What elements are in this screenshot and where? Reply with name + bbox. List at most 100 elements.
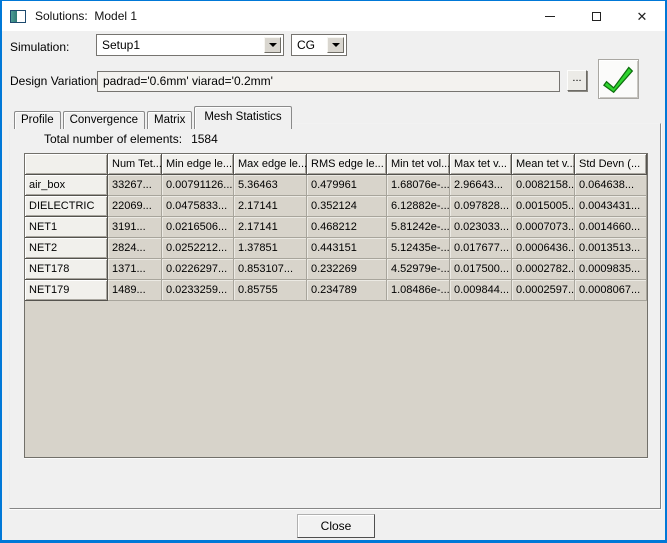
minimize-icon (545, 15, 555, 17)
minimize-button[interactable] (527, 1, 573, 31)
close-icon: ✕ (636, 8, 648, 24)
row-header[interactable]: air_box (25, 175, 108, 196)
table-cell[interactable]: 2.96643... (450, 175, 512, 196)
table-cell[interactable]: 0.85755 (234, 280, 307, 301)
table-cell[interactable]: 0.479961 (307, 175, 387, 196)
column-header[interactable]: Num Tet... (108, 154, 162, 175)
table-cell[interactable]: 1489... (108, 280, 162, 301)
table-cell[interactable]: 0.064638... (575, 175, 647, 196)
table-cell[interactable]: 3191... (108, 217, 162, 238)
table-cell[interactable]: 0.017500... (450, 259, 512, 280)
close-window-button[interactable]: ✕ (619, 1, 665, 31)
browse-button[interactable]: ... (567, 70, 587, 91)
table-cell[interactable]: 0.0252212... (162, 238, 234, 259)
table-cell[interactable]: 0.0043431... (575, 196, 647, 217)
table-cell[interactable]: 1371... (108, 259, 162, 280)
table-row: DIELECTRIC 22069... 0.0475833... 2.17141 0.3… (25, 196, 647, 217)
table-cell[interactable]: 0.00791126... (162, 175, 234, 196)
table-cell[interactable]: 0.0233259... (162, 280, 234, 301)
solution-type-combo[interactable]: CG (291, 34, 347, 56)
design-variation-label: Design Variation: (10, 74, 101, 88)
table-cell[interactable]: 0.443151 (307, 238, 387, 259)
column-header[interactable]: Min tet vol... (387, 154, 450, 175)
table-cell[interactable]: 0.0009835... (575, 259, 647, 280)
table-cell[interactable]: 33267... (108, 175, 162, 196)
app-icon (10, 9, 26, 23)
column-header[interactable]: Min edge le... (162, 154, 234, 175)
simulation-combo-value: Setup1 (102, 38, 141, 52)
row-header[interactable]: NET1 (25, 217, 108, 238)
tab-convergence[interactable]: Convergence (62, 111, 146, 129)
table-cell[interactable]: 0.0002782... (512, 259, 575, 280)
valid-solution-button[interactable] (598, 59, 639, 99)
row-header[interactable]: NET179 (25, 280, 108, 301)
table-cell[interactable]: 0.232269 (307, 259, 387, 280)
table-cell[interactable]: 0.0015005... (512, 196, 575, 217)
table-cell[interactable]: 0.0002597... (512, 280, 575, 301)
green-checkmark-icon (602, 66, 633, 94)
column-header[interactable]: Max edge le... (234, 154, 307, 175)
table-row: NET178 1371... 0.0226297... 0.853107... 0.23… (25, 259, 647, 280)
solutions-dialog: Solutions: Model 1 ✕ Simulation: Setup1 … (0, 0, 667, 543)
table-cell[interactable]: 0.0082158... (512, 175, 575, 196)
table-cell[interactable]: 5.81242e-... (387, 217, 450, 238)
table-cell[interactable]: 1.08486e-... (387, 280, 450, 301)
title-bar[interactable]: Solutions: Model 1 ✕ (2, 1, 665, 31)
tab-mesh-statistics[interactable]: Mesh Statistics (194, 106, 292, 129)
table-cell[interactable]: 0.0006436... (512, 238, 575, 259)
row-header[interactable]: NET2 (25, 238, 108, 259)
table-header-row: Num Tet... Min edge le... Max edge le... RM… (25, 154, 647, 175)
table-cell[interactable]: 6.12882e-... (387, 196, 450, 217)
close-button[interactable]: Close (297, 514, 375, 538)
table-cell[interactable]: 0.097828... (450, 196, 512, 217)
table-cell[interactable]: 0.0013513... (575, 238, 647, 259)
table-cell[interactable]: 0.0475833... (162, 196, 234, 217)
table-cell[interactable]: 0.0007073... (512, 217, 575, 238)
row-header[interactable]: DIELECTRIC (25, 196, 108, 217)
table-cell[interactable]: 0.023033... (450, 217, 512, 238)
row-header[interactable]: NET178 (25, 259, 108, 280)
maximize-button[interactable] (573, 1, 619, 31)
table-cell[interactable]: 0.853107... (234, 259, 307, 280)
column-header[interactable]: RMS edge le... (307, 154, 387, 175)
simulation-label: Simulation: (10, 40, 70, 54)
dropdown-arrow-icon[interactable] (327, 37, 344, 53)
total-elements-value: 1584 (191, 132, 218, 146)
table-cell[interactable]: 0.017677... (450, 238, 512, 259)
tab-matrix[interactable]: Matrix (147, 111, 193, 129)
column-header[interactable] (25, 154, 108, 175)
table-cell[interactable]: 2824... (108, 238, 162, 259)
table-cell[interactable]: 0.352124 (307, 196, 387, 217)
column-header[interactable]: Max tet v... (450, 154, 512, 175)
mesh-statistics-table: Num Tet... Min edge le... Max edge le... RM… (25, 154, 647, 301)
solution-type-combo-value: CG (297, 38, 315, 52)
simulation-combo[interactable]: Setup1 (96, 34, 284, 56)
column-header[interactable]: Mean tet v... (512, 154, 575, 175)
table-cell[interactable]: 5.36463 (234, 175, 307, 196)
table-cell[interactable]: 1.68076e-... (387, 175, 450, 196)
triangle-down-icon (268, 43, 277, 47)
table-cell[interactable]: 0.0226297... (162, 259, 234, 280)
table-cell[interactable]: 4.52979e-... (387, 259, 450, 280)
table-cell[interactable]: 0.0008067... (575, 280, 647, 301)
table-row: NET179 1489... 0.0233259... 0.85755 0.234789… (25, 280, 647, 301)
tab-bar: Profile Convergence Matrix Mesh Statisti… (14, 102, 294, 129)
table-cell[interactable]: 22069... (108, 196, 162, 217)
window-title: Solutions: Model 1 (35, 9, 138, 23)
table-cell[interactable]: 0.468212 (307, 217, 387, 238)
total-elements-label: Total number of elements: (44, 132, 183, 146)
table-cell[interactable]: 0.009844... (450, 280, 512, 301)
design-variation-field[interactable]: padrad='0.6mm' viarad='0.2mm' (97, 71, 560, 92)
maximize-icon (591, 11, 601, 21)
table-cell[interactable]: 0.0014660... (575, 217, 647, 238)
table-cell[interactable]: 2.17141 (234, 196, 307, 217)
table-cell[interactable]: 0.0216506... (162, 217, 234, 238)
column-header[interactable]: Std Devn (... (575, 154, 647, 175)
table-cell[interactable]: 5.12435e-... (387, 238, 450, 259)
dropdown-arrow-icon[interactable] (264, 37, 281, 53)
table-cell[interactable]: 2.17141 (234, 217, 307, 238)
tab-profile[interactable]: Profile (14, 111, 61, 129)
table-cell[interactable]: 0.234789 (307, 280, 387, 301)
table-cell[interactable]: 1.37851 (234, 238, 307, 259)
window-controls: ✕ (527, 1, 665, 31)
